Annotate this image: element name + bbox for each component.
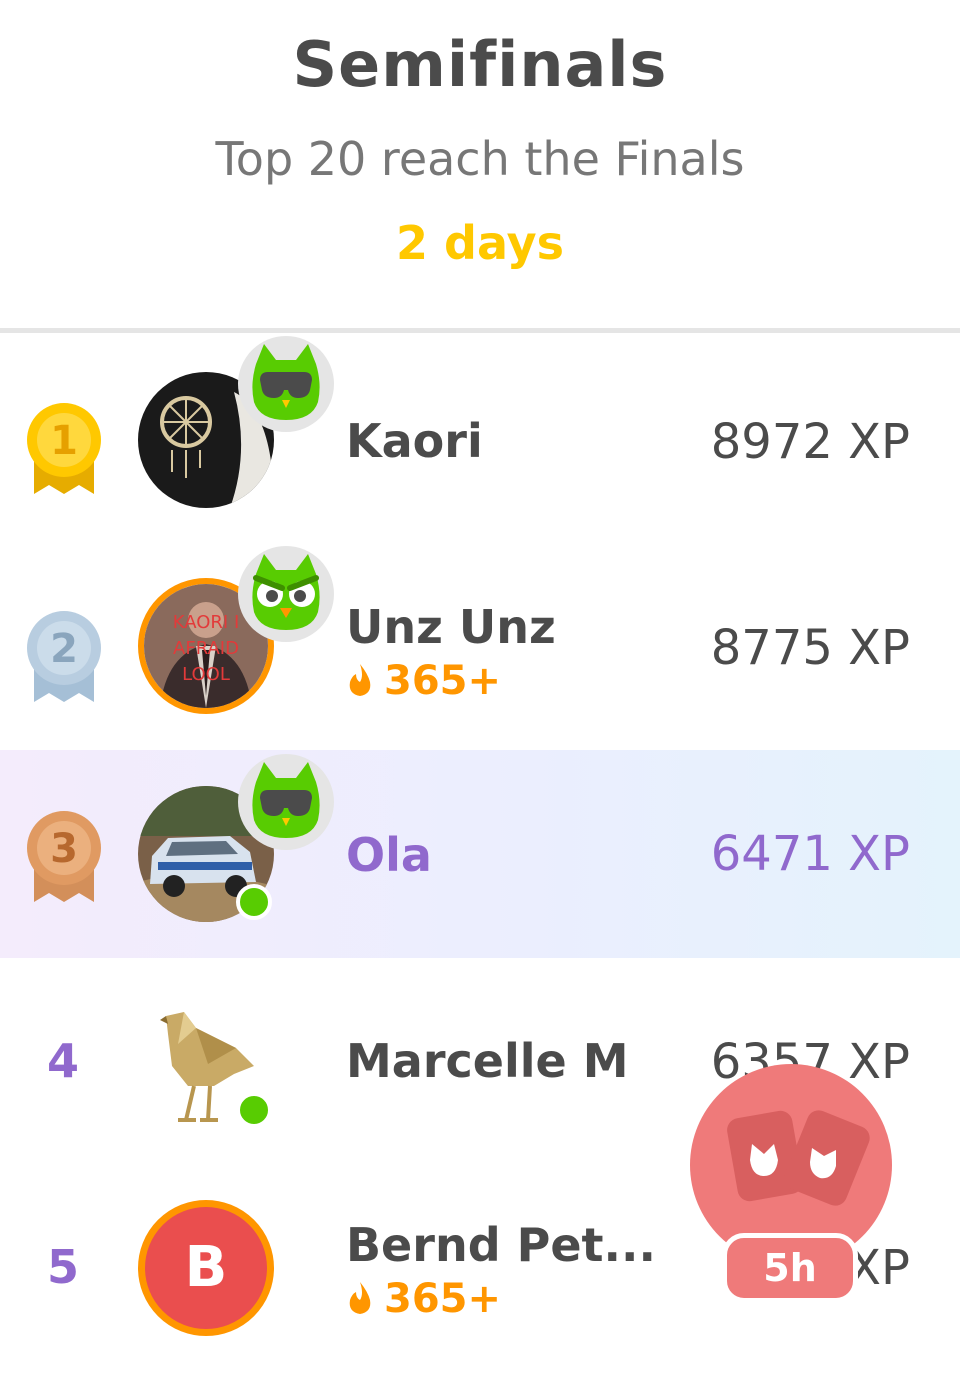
streak-count: 365+ (346, 658, 501, 704)
rank-number: 4 (46, 1034, 79, 1088)
current-user-row[interactable]: 3 Ola 6471 XP (0, 750, 960, 958)
flame-icon (349, 1282, 371, 1314)
fab-timer-badge: 5h (722, 1233, 858, 1303)
online-indicator (236, 884, 272, 920)
leaderboard-row[interactable]: 2 KAORI I AFRAID LOOL Unz Unz 365+ 8775 … (0, 544, 960, 752)
gold-medal-icon: 1 (22, 400, 106, 500)
avatar-letter: B (184, 1235, 228, 1300)
xp-value: 8775 XP (710, 620, 910, 676)
user-name: Ola (346, 828, 432, 882)
silver-medal-icon: 2 (22, 608, 106, 708)
xp-value: 6471 XP (710, 826, 910, 882)
avatar-caption: KAORI I (173, 612, 240, 633)
rank-number: 3 (50, 826, 78, 872)
owl-angry-icon (238, 546, 334, 642)
rank-number: 5 (46, 1240, 79, 1294)
streak-count: 365+ (346, 1276, 501, 1322)
streak-value: 365+ (384, 1276, 502, 1322)
user-name: Kaori (346, 414, 483, 468)
league-title: Semifinals (292, 28, 668, 101)
promotion-info: Top 20 reach the Finals (215, 132, 745, 186)
user-name: Bernd Pet... (346, 1218, 656, 1272)
time-remaining: 2 days (396, 216, 564, 270)
leaderboard-row[interactable]: 1 Kaori 8972 XP (0, 336, 960, 544)
avatar-caption: LOOL (182, 664, 230, 685)
header-divider (0, 328, 960, 333)
online-indicator (236, 1092, 272, 1128)
owl-sunglasses-icon (238, 754, 334, 850)
streak-value: 365+ (384, 658, 502, 704)
owl-sunglasses-icon (238, 336, 334, 432)
league-header: Semifinals Top 20 reach the Finals 2 day… (0, 0, 960, 330)
xp-value: 8972 XP (710, 414, 910, 470)
rank-number: 2 (50, 626, 78, 672)
rank-number: 1 (50, 418, 78, 464)
bronze-medal-icon: 3 (22, 808, 106, 908)
avatar-caption: AFRAID (173, 638, 239, 659)
user-name: Unz Unz (346, 600, 556, 654)
flame-icon (349, 664, 371, 696)
user-name: Marcelle M (346, 1034, 629, 1088)
avatar[interactable]: B (138, 1200, 274, 1336)
